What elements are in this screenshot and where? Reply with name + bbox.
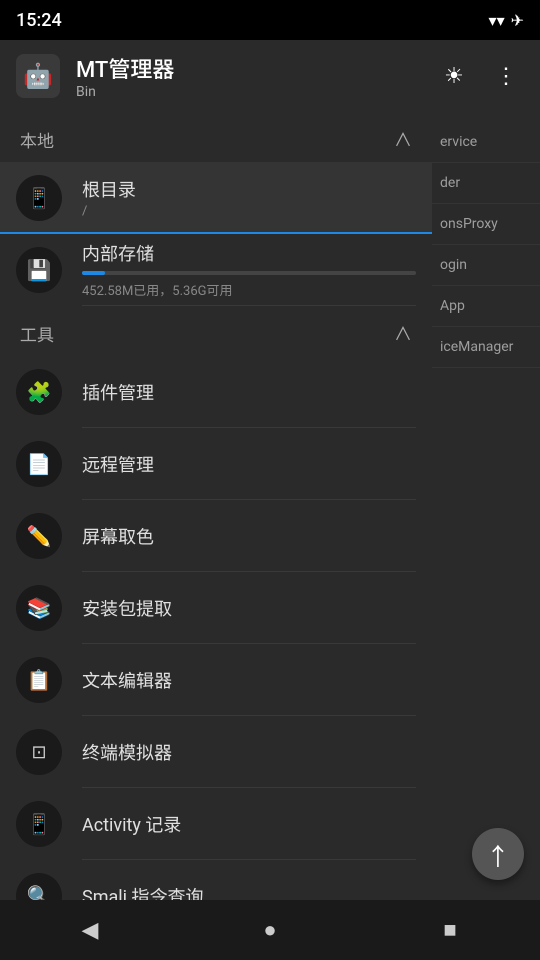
terminal-content: 终端模拟器 [82, 716, 416, 788]
airplane-icon: ✈ [511, 11, 524, 30]
internal-sub: 452.58M已用，5.36G可用 [82, 280, 416, 299]
tool-section-title: 工具 [20, 321, 54, 346]
drawer: 本地 ∧ 📱 根目录 / 💾 内部存储 452.58M已用，5.36G可用 工具… [0, 112, 432, 900]
more-icon: ⋮ [495, 63, 517, 89]
activity-icon: 📱 [16, 801, 62, 847]
menu-item-plugin[interactable]: 🧩 插件管理 [0, 356, 432, 428]
fab-icon: ↑ [486, 837, 510, 872]
app-bar-actions: ☀ ⋮ [436, 58, 524, 94]
menu-item-apkextract[interactable]: 📚 安装包提取 [0, 572, 432, 644]
menu-item-internal[interactable]: 💾 内部存储 452.58M已用，5.36G可用 [0, 234, 432, 306]
brightness-button[interactable]: ☀ [436, 58, 472, 94]
recent-button[interactable]: ■ [420, 900, 480, 960]
menu-item-colorpicker[interactable]: ✏️ 屏幕取色 [0, 500, 432, 572]
menu-item-remote[interactable]: 📄 远程管理 [0, 428, 432, 500]
right-item: iceManager [432, 327, 540, 368]
right-item: ervice [432, 122, 540, 163]
status-time: 15:24 [16, 10, 62, 31]
status-icons: ▾▾ ✈ [489, 11, 524, 30]
colorpicker-label: 屏幕取色 [82, 523, 416, 549]
apkextract-icon: 📚 [16, 585, 62, 631]
colorpicker-content: 屏幕取色 [82, 500, 416, 572]
smali-content: Smali 指令查询 [82, 860, 416, 900]
app-title-block: MT管理器 Bin [76, 52, 420, 100]
fab-button[interactable]: ↑ [472, 828, 524, 880]
plugin-icon: 🧩 [16, 369, 62, 415]
plugin-label: 插件管理 [82, 379, 416, 405]
smali-label: Smali 指令查询 [82, 883, 416, 900]
apkextract-label: 安装包提取 [82, 595, 416, 621]
brightness-icon: ☀ [444, 63, 464, 89]
right-item: ogin [432, 245, 540, 286]
remote-content: 远程管理 [82, 428, 416, 500]
activity-content: Activity 记录 [82, 788, 416, 860]
right-panel: ervice der onsProxy ogin App iceManager [432, 112, 540, 900]
local-section-title: 本地 [20, 127, 54, 152]
activity-label: Activity 记录 [82, 811, 416, 837]
menu-item-smali[interactable]: 🔍 Smali 指令查询 [0, 860, 432, 900]
root-label: 根目录 [82, 176, 416, 202]
right-item: der [432, 163, 540, 204]
status-bar: 15:24 ▾▾ ✈ [0, 0, 540, 40]
remote-icon: 📄 [16, 441, 62, 487]
app-icon: 🤖 [16, 54, 60, 98]
app-subtitle: Bin [76, 84, 420, 100]
android-icon: 🤖 [23, 62, 53, 90]
terminal-icon: ⊡ [16, 729, 62, 775]
menu-item-activity[interactable]: 📱 Activity 记录 [0, 788, 432, 860]
local-section-header: 本地 ∧ [0, 112, 432, 162]
plugin-content: 插件管理 [82, 356, 416, 428]
recent-icon: ■ [443, 917, 456, 943]
remote-label: 远程管理 [82, 451, 416, 477]
storage-progress-container [82, 271, 416, 275]
local-chevron-icon[interactable]: ∧ [394, 126, 412, 152]
menu-item-root[interactable]: 📱 根目录 / [0, 162, 432, 234]
colorpicker-icon: ✏️ [16, 513, 62, 559]
right-item: App [432, 286, 540, 327]
smali-icon: 🔍 [16, 873, 62, 900]
texteditor-label: 文本编辑器 [82, 667, 416, 693]
texteditor-content: 文本编辑器 [82, 644, 416, 716]
home-icon: ● [263, 917, 276, 943]
storage-icon: 💾 [16, 247, 62, 293]
nav-bar: ◀ ● ■ [0, 900, 540, 960]
internal-label: 内部存储 [82, 240, 416, 266]
home-button[interactable]: ● [240, 900, 300, 960]
texteditor-icon: 📋 [16, 657, 62, 703]
more-options-button[interactable]: ⋮ [488, 58, 524, 94]
menu-item-terminal[interactable]: ⊡ 终端模拟器 [0, 716, 432, 788]
back-button[interactable]: ◀ [60, 900, 120, 960]
root-content: 根目录 / [82, 162, 416, 234]
wifi-icon: ▾▾ [489, 11, 505, 30]
tool-section-header: 工具 ∧ [0, 306, 432, 356]
root-icon: 📱 [16, 175, 62, 221]
terminal-label: 终端模拟器 [82, 739, 416, 765]
root-sub: / [82, 204, 416, 219]
storage-progress-fill [82, 271, 105, 275]
tool-chevron-icon[interactable]: ∧ [394, 320, 412, 346]
apkextract-content: 安装包提取 [82, 572, 416, 644]
right-item: onsProxy [432, 204, 540, 245]
app-title: MT管理器 [76, 52, 420, 84]
menu-item-texteditor[interactable]: 📋 文本编辑器 [0, 644, 432, 716]
app-bar: 🤖 MT管理器 Bin ☀ ⋮ [0, 40, 540, 112]
internal-content: 内部存储 452.58M已用，5.36G可用 [82, 234, 416, 306]
back-icon: ◀ [82, 917, 99, 943]
